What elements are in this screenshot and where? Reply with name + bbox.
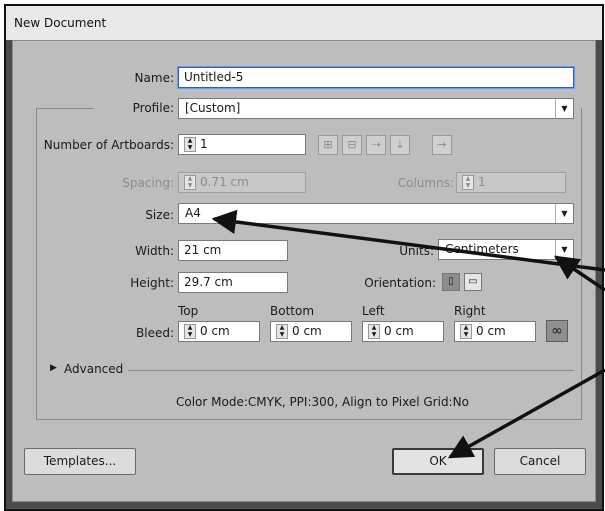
arrow-to-ok — [447, 368, 605, 459]
arrow-to-size — [211, 209, 605, 272]
annotation-arrows — [211, 209, 605, 459]
arrow-to-units — [553, 255, 605, 292]
